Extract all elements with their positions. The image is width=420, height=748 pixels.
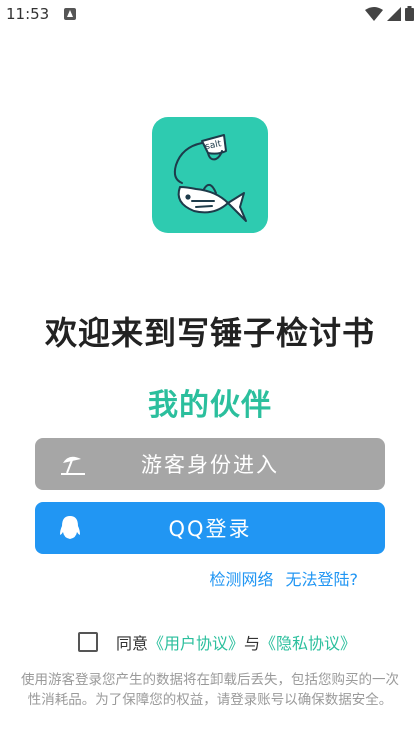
status-icons (365, 6, 414, 21)
status-bar: 11:53 (0, 0, 420, 32)
help-links: 检测网络 无法登陆? (209, 566, 358, 590)
cannot-login-link[interactable]: 无法登陆? (286, 566, 359, 590)
guest-login-button[interactable]: 游客身份进入 (35, 438, 385, 490)
detect-network-link[interactable]: 检测网络 (209, 566, 273, 590)
guest-login-label: 游客身份进入 (141, 453, 279, 477)
app-title: 欢迎来到写锤子检讨书 (44, 314, 375, 352)
app-subtitle: 我的伙伴 (148, 388, 272, 423)
agreement-checkbox[interactable] (78, 632, 98, 652)
wifi-icon (365, 6, 383, 21)
battery-icon (405, 6, 414, 21)
qq-login-label: QQ登录 (168, 517, 252, 541)
beach-umbrella-icon (59, 453, 87, 475)
app-logo: salt (152, 117, 268, 233)
qq-login-button[interactable]: QQ登录 (35, 502, 385, 554)
agreement-prefix: 同意 (116, 634, 149, 653)
privacy-agreement-link[interactable]: 《隐私协议》 (260, 630, 356, 654)
agreement-conjunction: 与 (244, 634, 261, 653)
status-time: 11:53 (6, 5, 50, 23)
agreement-row: 同意 《用户协议》 与 《隐私协议》 (78, 630, 356, 654)
qq-penguin-icon (59, 515, 81, 541)
notification-icon (64, 8, 76, 20)
signal-icon (387, 6, 401, 21)
user-agreement-link[interactable]: 《用户协议》 (148, 630, 244, 654)
fish-salt-icon: salt (173, 134, 247, 222)
guest-data-notice: 使用游客登录您产生的数据将在卸载后丢失，包括您购买的一次性消耗品。为了保障您的权… (21, 672, 399, 708)
